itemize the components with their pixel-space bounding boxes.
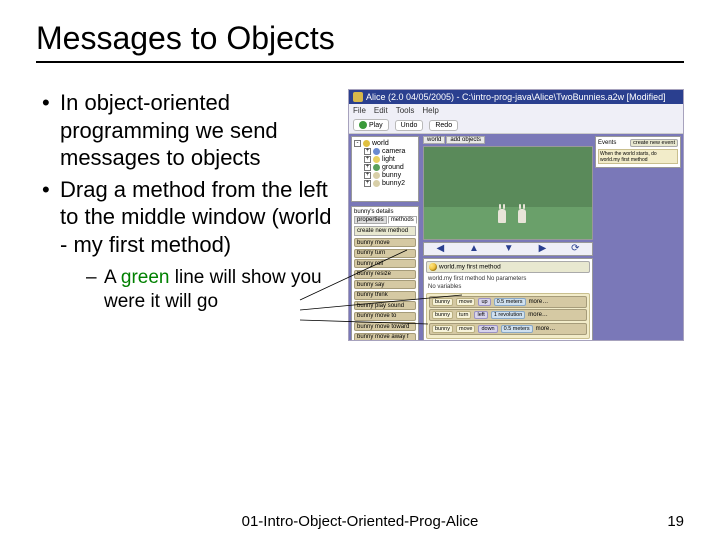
- editor-novars: No variables: [426, 283, 590, 291]
- scene-tab-world[interactable]: world: [423, 136, 445, 144]
- alice-menubar: File Edit Tools Help: [349, 104, 683, 117]
- alice-logo-icon: [353, 92, 363, 102]
- method-moveaway[interactable]: bunny move away f: [354, 333, 416, 342]
- menu-tools[interactable]: Tools: [396, 106, 415, 115]
- details-panel: bunny's details properties methods funct…: [351, 206, 419, 341]
- alice-screenshot: Alice (2.0 04/05/2005) - C:\intro-prog-j…: [348, 89, 684, 341]
- create-event-button[interactable]: create new event: [630, 139, 678, 147]
- tab-functions[interactable]: functions: [418, 216, 419, 224]
- right-panel: Events create new event When the world s…: [595, 136, 681, 341]
- code-row-1[interactable]: bunny move up 0.5 meters more…: [429, 296, 587, 308]
- slide-title: Messages to Objects: [36, 20, 684, 63]
- tab-methods[interactable]: methods: [388, 216, 417, 224]
- bunny2-icon: [373, 180, 380, 187]
- scene-view[interactable]: [423, 146, 593, 240]
- scene-bunny-1: [498, 209, 506, 223]
- sub-text-before: A: [104, 267, 121, 288]
- arrow-rotate-icon[interactable]: ⟳: [571, 243, 579, 254]
- menu-file[interactable]: File: [353, 106, 366, 115]
- method-think[interactable]: bunny think: [354, 291, 416, 300]
- bullet-1: In object-oriented programming we send m…: [42, 89, 334, 172]
- details-title: bunny's details: [354, 209, 416, 215]
- arrow-left-icon[interactable]: ◀: [436, 243, 444, 254]
- camera-icon: [373, 148, 380, 155]
- redo-button[interactable]: Redo: [429, 120, 458, 131]
- bullet-2-text: Drag a method from the left to the middl…: [60, 177, 331, 257]
- method-move[interactable]: bunny move: [354, 238, 416, 247]
- events-panel: Events create new event When the world s…: [595, 136, 681, 168]
- alice-titlebar: Alice (2.0 04/05/2005) - C:\intro-prog-j…: [349, 90, 683, 104]
- code-row-2[interactable]: bunny turn left 1 revolution more…: [429, 309, 587, 321]
- method-turn[interactable]: bunny turn: [354, 249, 416, 258]
- tree-bunny2[interactable]: +bunny2: [354, 179, 416, 187]
- play-icon: [359, 121, 367, 129]
- method-editor[interactable]: world.my first method world.my first met…: [423, 258, 593, 342]
- text-column: In object-oriented programming we send m…: [36, 89, 334, 341]
- do-in-order-block[interactable]: bunny move up 0.5 meters more… bunny tur…: [426, 293, 590, 340]
- method-roll[interactable]: bunny roll: [354, 259, 416, 268]
- world-icon: [363, 140, 370, 147]
- bullet-2: Drag a method from the left to the middl…: [42, 176, 334, 314]
- sub-bullet: A green line will show you were it will …: [86, 266, 334, 314]
- method-movetoward[interactable]: bunny move toward: [354, 322, 416, 331]
- method-say[interactable]: bunny say: [354, 280, 416, 289]
- center-panel: world add objects ◀ ▲ ▼ ▶ ⟳: [423, 136, 593, 341]
- editor-tab[interactable]: world.my first method: [426, 261, 590, 273]
- bunny-icon: [373, 172, 380, 179]
- world-icon: [429, 263, 437, 271]
- camera-arrows[interactable]: ◀ ▲ ▼ ▶ ⟳: [423, 242, 593, 256]
- undo-button[interactable]: Undo: [395, 120, 424, 131]
- play-button[interactable]: Play: [353, 119, 389, 131]
- menu-edit[interactable]: Edit: [374, 106, 388, 115]
- arrow-right-icon[interactable]: ▶: [539, 243, 547, 254]
- scene-tab-addobjects[interactable]: add objects: [446, 136, 485, 144]
- event-row[interactable]: When the world starts, do world.my first…: [598, 149, 678, 164]
- tree-world[interactable]: -world: [354, 139, 416, 147]
- code-row-3[interactable]: bunny move down 0.5 meters more…: [429, 323, 587, 335]
- tree-ground[interactable]: +ground: [354, 163, 416, 171]
- page-number: 19: [667, 513, 684, 530]
- method-playsound[interactable]: bunny play sound: [354, 301, 416, 310]
- menu-help[interactable]: Help: [422, 106, 438, 115]
- light-icon: [373, 156, 380, 163]
- object-tree[interactable]: -world +camera +light +ground +bunny +bu…: [351, 136, 419, 202]
- scene-bunny-2: [518, 209, 526, 223]
- arrow-down-icon[interactable]: ▼: [504, 243, 514, 254]
- arrow-up-icon[interactable]: ▲: [469, 243, 479, 254]
- ground-icon: [373, 164, 380, 171]
- editor-signature: world.my first method No parameters: [426, 275, 590, 283]
- events-header: Events: [598, 140, 616, 146]
- method-resize[interactable]: bunny resize: [354, 270, 416, 279]
- alice-toolbar: Play Undo Redo: [349, 117, 683, 134]
- tab-properties[interactable]: properties: [354, 216, 387, 224]
- alice-title-text: Alice (2.0 04/05/2005) - C:\intro-prog-j…: [366, 92, 666, 102]
- tree-bunny[interactable]: +bunny: [354, 171, 416, 179]
- create-method-button[interactable]: create new method: [354, 226, 416, 236]
- tree-camera[interactable]: +camera: [354, 147, 416, 155]
- method-moveto[interactable]: bunny move to: [354, 312, 416, 321]
- footer-text: 01-Intro-Object-Oriented-Prog-Alice: [0, 513, 720, 530]
- tree-light[interactable]: +light: [354, 155, 416, 163]
- left-panel: -world +camera +light +ground +bunny +bu…: [349, 134, 421, 341]
- green-word: green: [121, 267, 170, 288]
